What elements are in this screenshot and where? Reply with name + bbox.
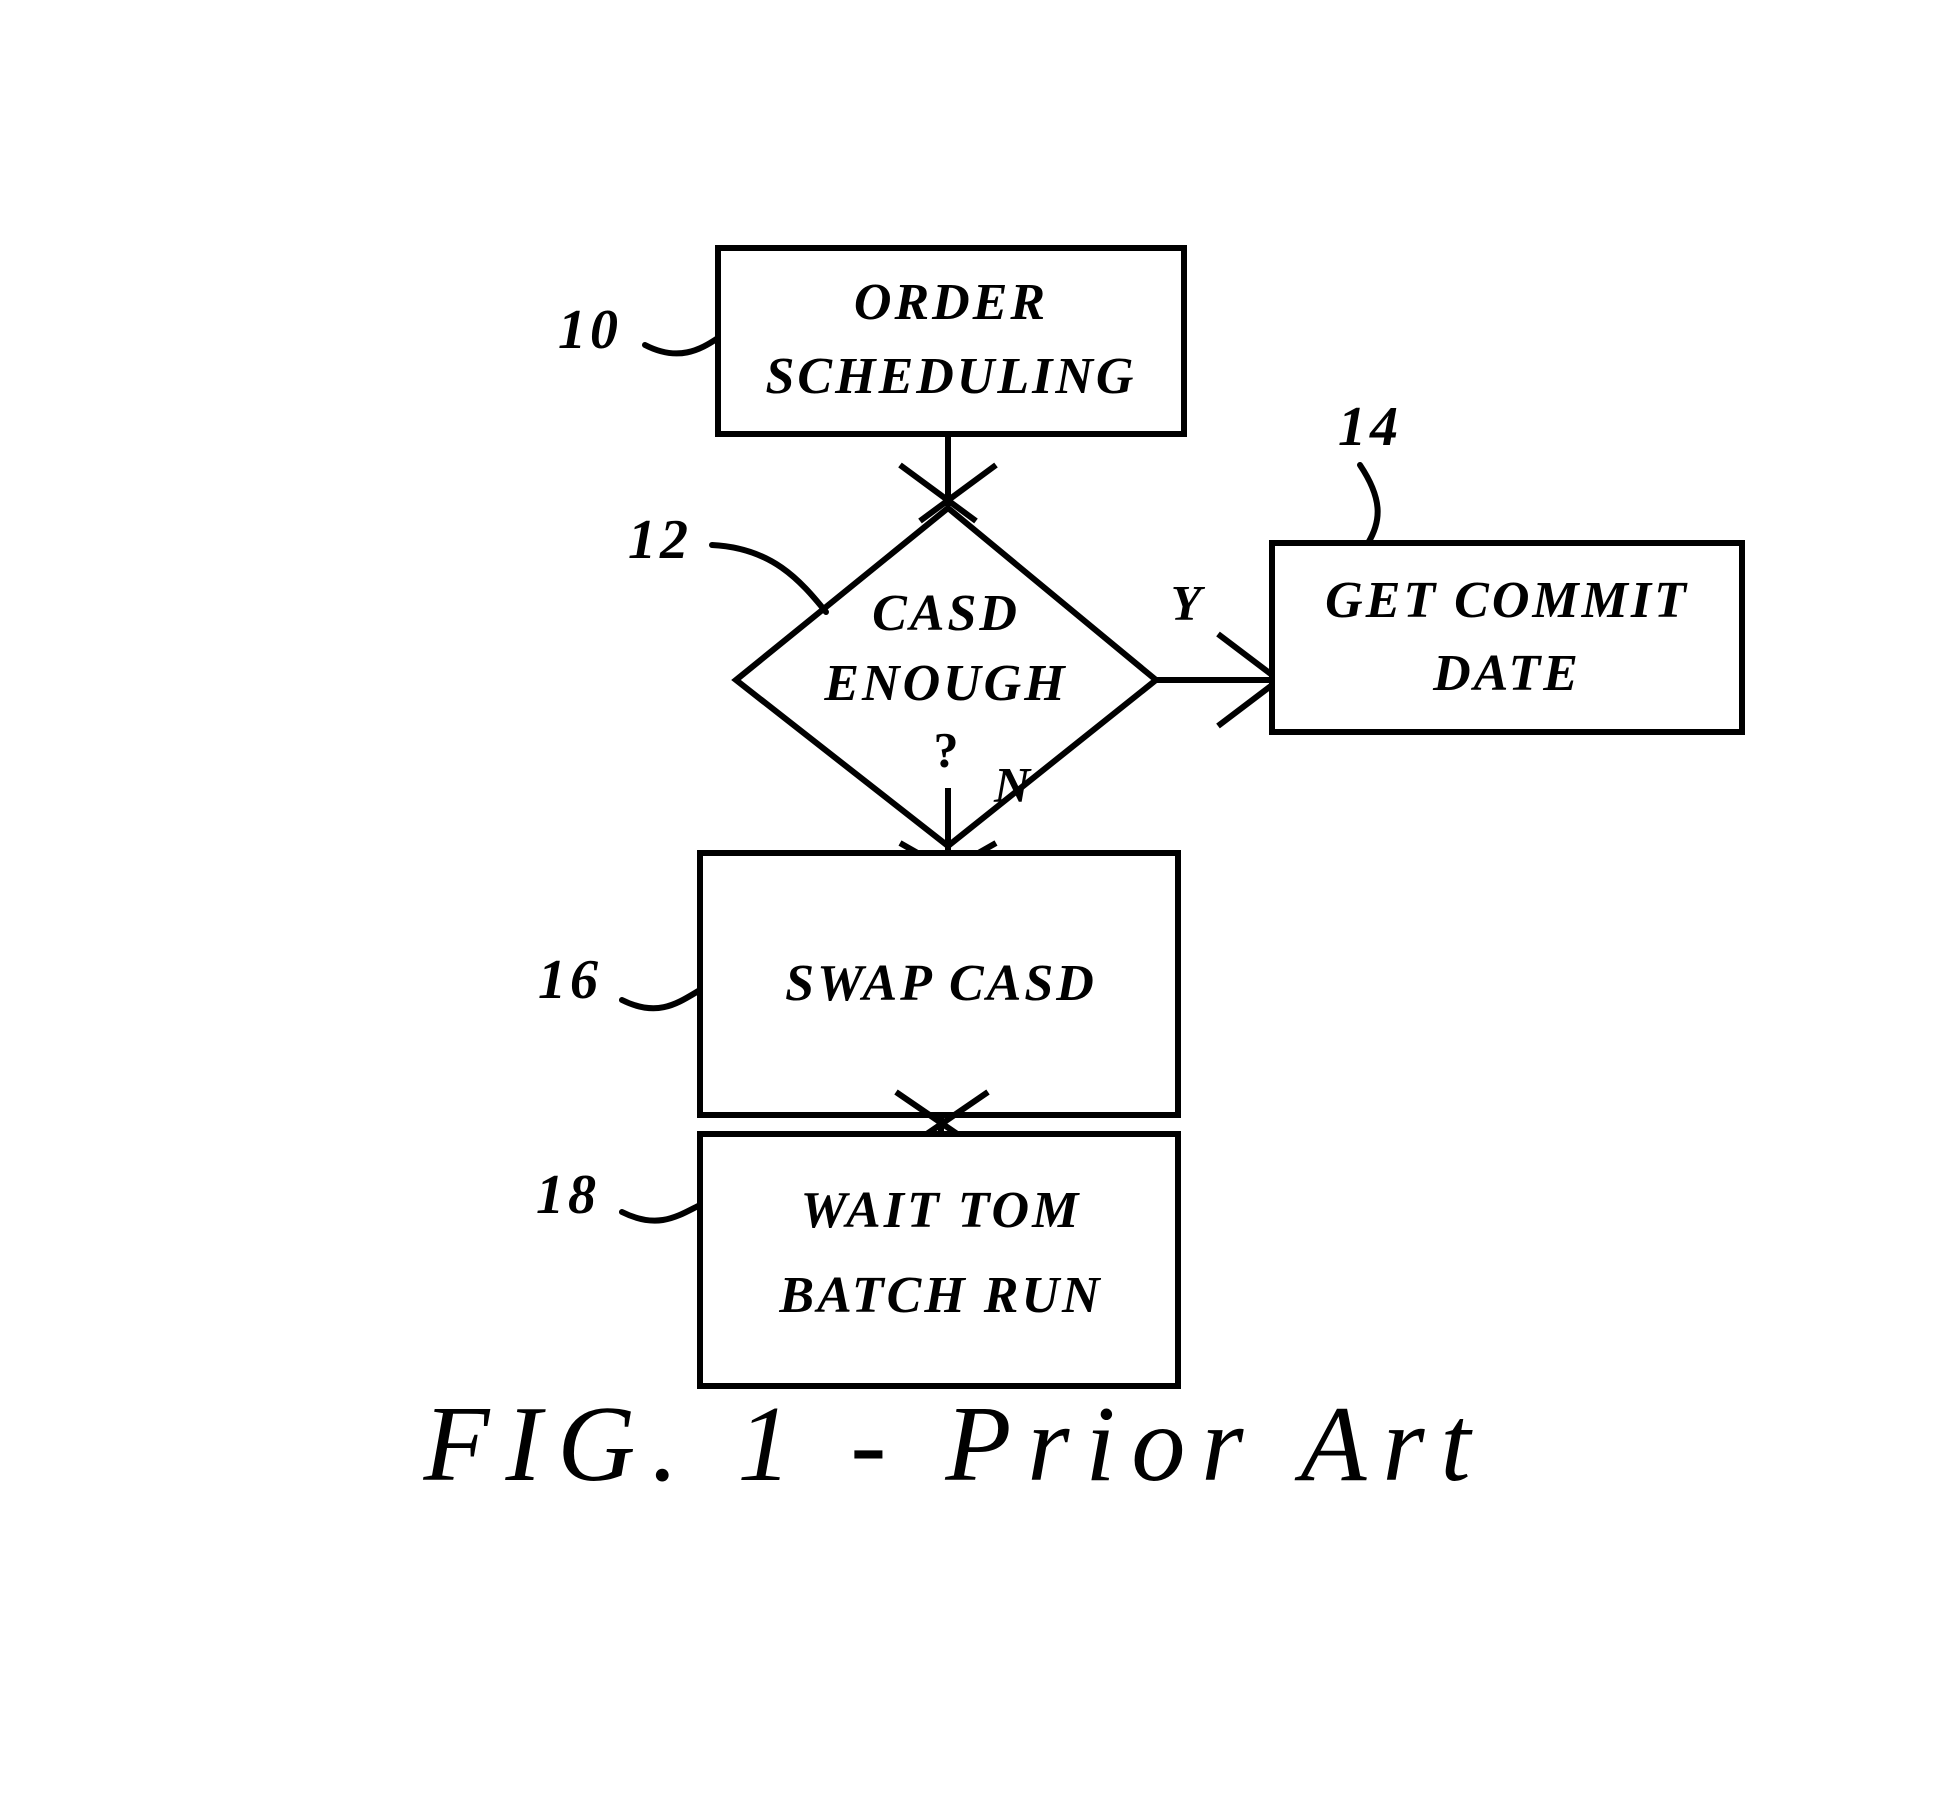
patent-figure-1: ORDER SCHEDULING 10 CASD ENOUGH ? 12 Y G… (0, 0, 1950, 1810)
get-commit-date-label-line2: DATE (1432, 645, 1581, 702)
reference-14-leader (1357, 462, 1381, 546)
order-scheduling-label-line2: SCHEDULING (766, 348, 1137, 405)
casd-enough-label-line2: ENOUGH (823, 655, 1067, 712)
wait-tom-batch-run-label-line2: BATCH RUN (778, 1267, 1102, 1324)
reference-number-18: 18 (536, 1164, 600, 1226)
reference-10: 10 (558, 299, 721, 361)
reference-number-16: 16 (538, 949, 602, 1011)
wait-tom-batch-run-label-line1: WAIT TOM (801, 1182, 1082, 1239)
flowchart-canvas: ORDER SCHEDULING 10 CASD ENOUGH ? 12 Y G… (423, 245, 1745, 1504)
casd-enough-label-line1: CASD (872, 585, 1020, 642)
reference-10-leader (642, 335, 721, 357)
node-swap-casd: SWAP CASD (697, 850, 1181, 1118)
reference-16-leader (619, 987, 703, 1012)
reference-18-leader (619, 1202, 703, 1224)
edge-decision-yes-label: Y (1171, 574, 1206, 630)
node-wait-tom-batch-run: WAIT TOM BATCH RUN (697, 1131, 1181, 1389)
reference-number-12: 12 (628, 509, 692, 571)
figure-caption: FIG. 1 - Prior Art (423, 1385, 1487, 1504)
reference-number-10: 10 (558, 299, 622, 361)
wait-tom-batch-run-box (697, 1131, 1181, 1389)
get-commit-date-label-line1: GET COMMIT (1325, 572, 1689, 629)
edge-decision-no-label: N (993, 756, 1032, 812)
node-order-scheduling: ORDER SCHEDULING (715, 245, 1187, 437)
reference-12-leader (709, 542, 829, 615)
reference-18: 18 (536, 1164, 703, 1226)
node-get-commit-date: GET COMMIT DATE (1269, 540, 1745, 735)
order-scheduling-label-line1: ORDER (854, 274, 1048, 331)
swap-casd-label-line1: SWAP CASD (785, 955, 1097, 1012)
reference-number-14: 14 (1338, 396, 1402, 458)
casd-enough-label-question: ? (934, 721, 959, 777)
figure-caption-text: FIG. 1 - Prior Art (423, 1385, 1487, 1504)
reference-16: 16 (538, 949, 703, 1012)
reference-12: 12 (628, 509, 829, 615)
reference-14: 14 (1338, 396, 1402, 546)
